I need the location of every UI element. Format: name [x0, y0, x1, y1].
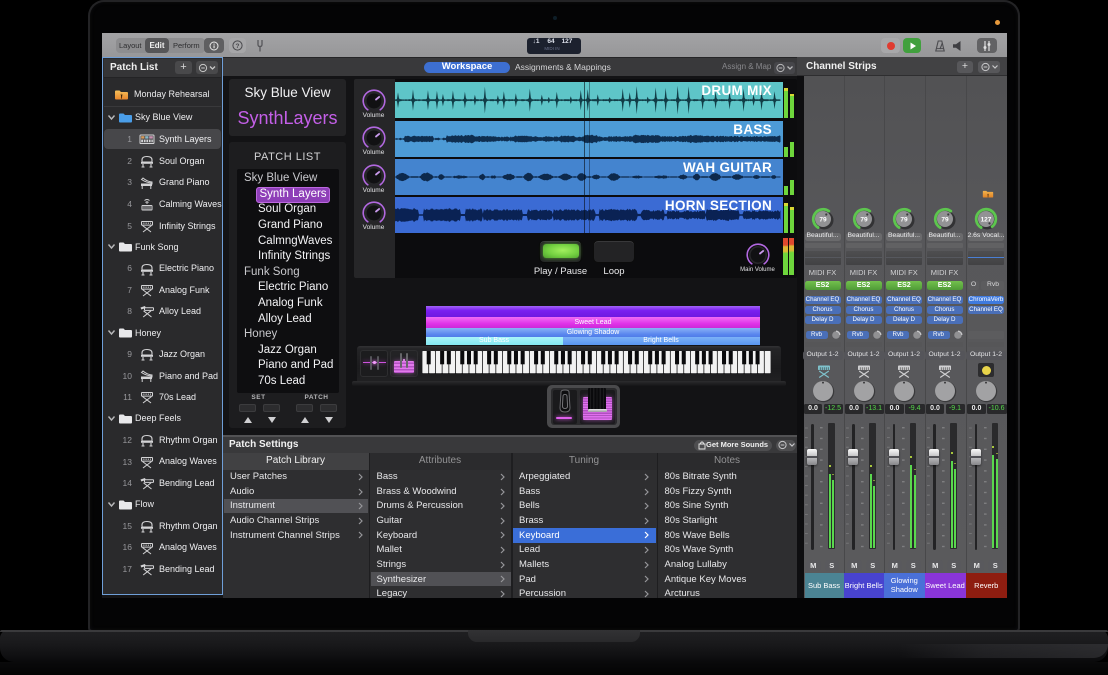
svg-text:79: 79 [941, 216, 949, 223]
svg-text:79: 79 [819, 216, 827, 223]
svg-text:79: 79 [900, 216, 908, 223]
svg-text:?: ? [236, 43, 240, 50]
svg-text:79: 79 [860, 216, 868, 223]
svg-text:127: 127 [981, 216, 992, 223]
